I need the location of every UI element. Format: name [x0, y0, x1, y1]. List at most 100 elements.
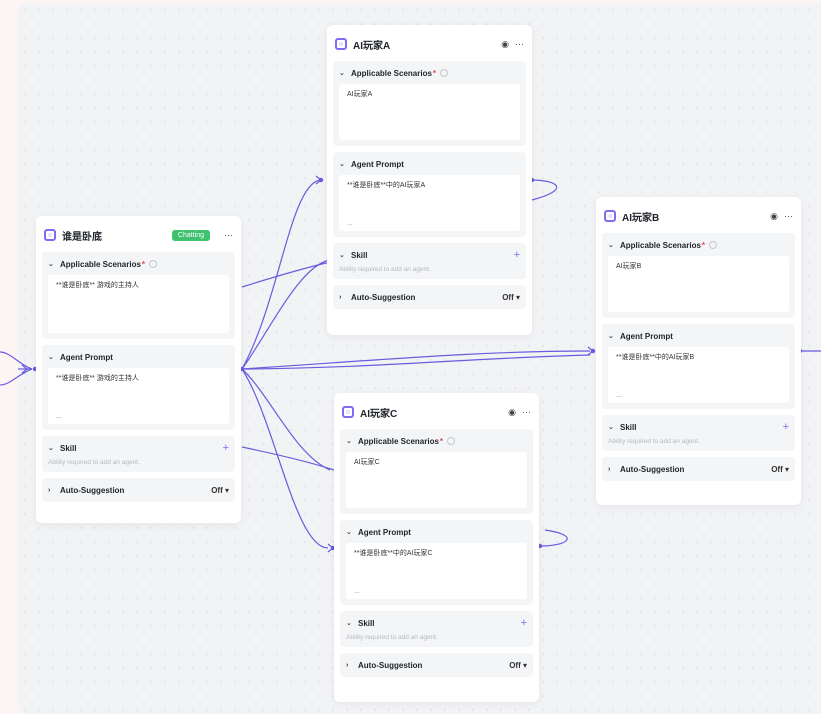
prompt-textarea[interactable]: **谁是卧底**中的AI玩家C ... — [346, 543, 527, 599]
autosuggest-select[interactable]: Off ▾ — [211, 486, 229, 495]
card-title: 谁是卧底 — [62, 231, 102, 243]
more-icon[interactable]: ··· — [784, 211, 793, 221]
prompt-textarea[interactable]: **谁是卧底**中的AI玩家B ... — [608, 347, 789, 403]
autosuggest-header[interactable]: › Auto-Suggestion Off ▾ — [608, 463, 789, 475]
prompt-ellipsis: ... — [56, 413, 62, 420]
edge-skill-host — [241, 446, 335, 471]
scenarios-textarea[interactable]: AI玩家C — [346, 452, 527, 508]
chevron-down-icon: ⌄ — [339, 70, 345, 77]
prompt-textarea[interactable]: **谁是卧底**中的AI玩家A ... — [339, 175, 520, 231]
prompt-header[interactable]: ⌄ Agent Prompt — [346, 526, 527, 538]
autosuggest-select[interactable]: Off ▾ — [509, 661, 527, 670]
skill-header[interactable]: ⌄ Skill + — [608, 421, 789, 433]
autosuggest-section: › Auto-Suggestion Off ▾ — [333, 285, 526, 309]
chevron-down-icon: ⌄ — [608, 333, 614, 340]
agent-icon — [44, 229, 56, 241]
prompt-header[interactable]: ⌄ Agent Prompt — [608, 330, 789, 342]
agent-card-b[interactable]: AI玩家B ◉ ··· ⌄ Applicable Scenarios * AI玩家… — [596, 197, 801, 505]
required-mark: * — [432, 68, 437, 78]
more-icon[interactable]: ··· — [224, 230, 233, 240]
scenarios-header[interactable]: ⌄ Applicable Scenarios * — [346, 435, 527, 447]
scenarios-section: ⌄ Applicable Scenarios * AI玩家B — [602, 233, 795, 318]
scenarios-header[interactable]: ⌄ Applicable Scenarios * — [339, 67, 520, 79]
card-header: AI玩家A ◉ ··· — [335, 33, 524, 55]
edge-scen-host — [241, 261, 331, 288]
autosuggest-select[interactable]: Off ▾ — [502, 293, 520, 302]
autosuggest-header[interactable]: › Auto-Suggestion Off ▾ — [339, 291, 520, 303]
scenarios-header[interactable]: ⌄ Applicable Scenarios * — [48, 258, 229, 270]
card-header: AI玩家B ◉ ··· — [604, 205, 793, 227]
edge-host-from-c — [241, 368, 331, 471]
prompt-label: Agent Prompt — [358, 527, 411, 537]
more-icon[interactable]: ··· — [515, 39, 524, 49]
play-icon[interactable]: ◉ — [508, 407, 516, 418]
scenarios-section: ⌄ Applicable Scenarios * AI玩家A — [333, 61, 526, 146]
prompt-textarea[interactable]: **谁是卧底** 游戏的主持人 ... — [48, 368, 229, 424]
autosuggest-section: › Auto-Suggestion Off ▾ — [42, 478, 235, 502]
chevron-down-icon: ⌄ — [48, 261, 54, 268]
add-skill-icon[interactable]: + — [223, 442, 229, 454]
chevron-down-icon: ⌄ — [608, 424, 614, 431]
scenarios-label: Applicable Scenarios — [351, 68, 432, 78]
skill-header[interactable]: ⌄ Skill + — [346, 617, 527, 629]
prompt-label: Agent Prompt — [60, 352, 113, 362]
play-icon[interactable]: ◉ — [770, 211, 778, 222]
chevron-down-icon: ⌄ — [48, 354, 54, 361]
autosuggest-label: Auto-Suggestion — [620, 464, 685, 474]
info-icon — [440, 69, 449, 77]
chevron-down-icon: ⌄ — [346, 620, 352, 627]
card-title: AI玩家A — [353, 40, 391, 52]
edge-host-from-a — [241, 259, 331, 370]
autosuggest-select[interactable]: Off ▾ — [771, 465, 789, 474]
agent-card-host[interactable]: 谁是卧底 Chatting ··· ⌄ Applicable Scenarios… — [36, 216, 241, 523]
prompt-label: Agent Prompt — [351, 159, 404, 169]
scenarios-section: ⌄ Applicable Scenarios * **谁是卧底** 游戏的主持人 — [42, 252, 235, 339]
scenarios-header[interactable]: ⌄ Applicable Scenarios * — [608, 239, 789, 251]
edge-host-in-3 — [0, 368, 33, 386]
info-icon — [447, 437, 456, 445]
info-icon — [709, 241, 718, 249]
scenarios-textarea[interactable]: **谁是卧底** 游戏的主持人 — [48, 275, 229, 333]
more-icon[interactable]: ··· — [522, 407, 531, 417]
skill-header[interactable]: ⌄ Skill + — [339, 249, 520, 261]
edge-host-to-c — [241, 368, 329, 549]
skill-label: Skill — [351, 250, 368, 260]
chevron-right-icon: › — [339, 293, 342, 301]
chevron-right-icon: › — [346, 661, 349, 669]
add-skill-icon[interactable]: + — [521, 617, 527, 629]
add-skill-icon[interactable]: + — [514, 249, 520, 261]
autosuggest-label: Auto-Suggestion — [351, 292, 416, 302]
edge-a-loop — [529, 179, 558, 201]
agent-card-c[interactable]: AI玩家C ◉ ··· ⌄ Applicable Scenarios * AI玩家… — [334, 393, 539, 702]
prompt-text: **谁是卧底**中的AI玩家B — [616, 354, 695, 361]
prompt-text: **谁是卧底**中的AI玩家C — [354, 550, 433, 557]
scenarios-textarea[interactable]: AI玩家B — [608, 256, 789, 312]
autosuggest-header[interactable]: › Auto-Suggestion Off ▾ — [346, 659, 527, 671]
prompt-section: ⌄ Agent Prompt **谁是卧底**中的AI玩家A ... — [333, 152, 526, 237]
prompt-header[interactable]: ⌄ Agent Prompt — [48, 351, 229, 363]
play-icon[interactable]: ◉ — [501, 39, 509, 50]
add-skill-icon[interactable]: + — [783, 421, 789, 433]
autosuggest-label: Auto-Suggestion — [60, 485, 125, 495]
scenarios-textarea[interactable]: AI玩家A — [339, 84, 520, 140]
edge-c-loop — [539, 529, 568, 547]
edge-host-in-2 — [0, 351, 33, 370]
prompt-text: **谁是卧底**中的AI玩家A — [347, 182, 426, 189]
chevron-down-icon: ⌄ — [346, 438, 352, 445]
prompt-header[interactable]: ⌄ Agent Prompt — [339, 158, 520, 170]
skill-section: ⌄ Skill + Ability required to add an age… — [340, 611, 533, 647]
status-badge: Chatting — [171, 229, 210, 241]
autosuggest-section: › Auto-Suggestion Off ▾ — [340, 653, 533, 677]
required-mark: * — [141, 259, 146, 269]
agent-card-a[interactable]: AI玩家A ◉ ··· ⌄ Applicable Scenarios * AI玩家… — [327, 25, 532, 335]
skill-hint: Ability required to add an agent. — [48, 459, 140, 466]
scenarios-label: Applicable Scenarios — [358, 436, 439, 446]
prompt-label: Agent Prompt — [620, 331, 673, 341]
chevron-down-icon: ⌄ — [48, 445, 54, 452]
prompt-ellipsis: ... — [354, 588, 360, 595]
chevron-down-icon: ⌄ — [608, 242, 614, 249]
autosuggest-header[interactable]: › Auto-Suggestion Off ▾ — [48, 484, 229, 496]
skill-header[interactable]: ⌄ Skill + — [48, 442, 229, 454]
agent-icon — [342, 406, 354, 418]
prompt-section: ⌄ Agent Prompt **谁是卧底**中的AI玩家B ... — [602, 324, 795, 409]
